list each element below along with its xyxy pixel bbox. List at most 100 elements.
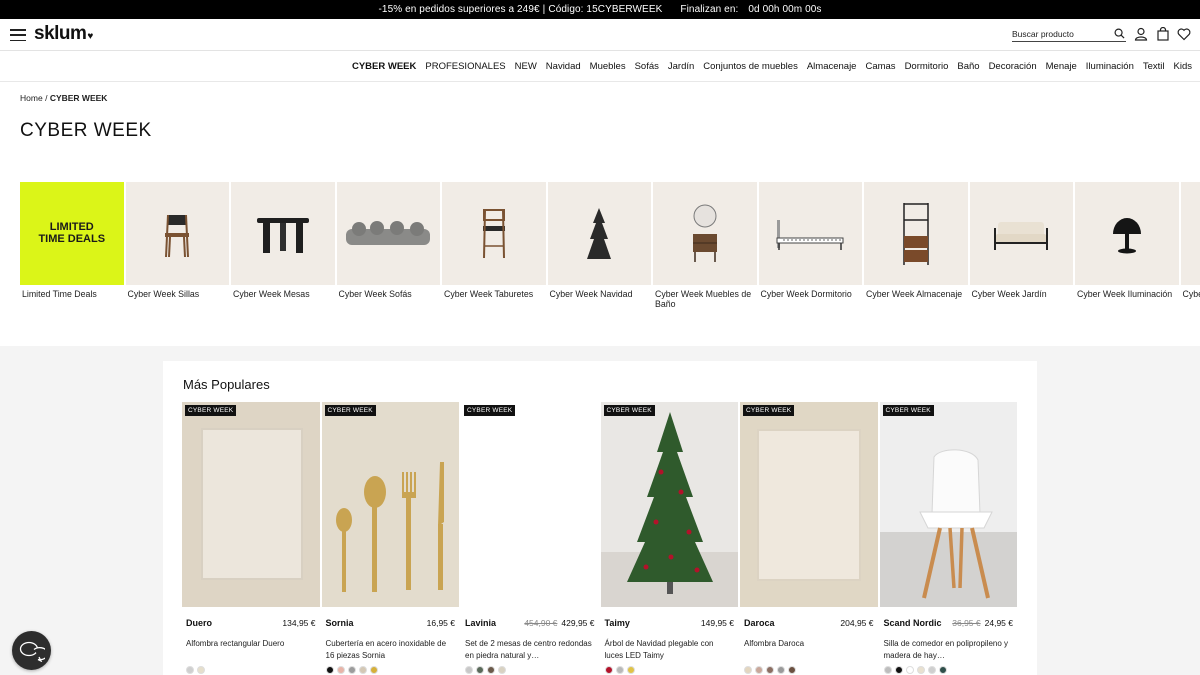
- countdown-timer: 0d 00h 00m 00s: [748, 4, 822, 15]
- color-swatch[interactable]: [347, 666, 356, 674]
- color-swatch[interactable]: [788, 666, 796, 674]
- color-swatch[interactable]: [744, 666, 752, 674]
- nav-item-iluminacion[interactable]: Iluminación: [1086, 61, 1134, 72]
- rug-illustration: [757, 429, 861, 581]
- nav-item-conjuntos[interactable]: Conjuntos de muebles: [703, 61, 798, 72]
- product-image[interactable]: CYBER WEEK: [461, 402, 599, 607]
- countdown-label: Finalizan en:: [680, 4, 739, 15]
- breadcrumb-home[interactable]: Home: [20, 93, 43, 103]
- cyber-week-badge: CYBER WEEK: [882, 405, 934, 416]
- heart-icon[interactable]: [1177, 27, 1191, 41]
- nav-item-bano[interactable]: Baño: [957, 61, 979, 72]
- color-swatch[interactable]: [476, 666, 484, 674]
- cyber-week-badge: CYBER WEEK: [464, 405, 516, 416]
- color-swatch[interactable]: [615, 666, 624, 674]
- product-card-sornia[interactable]: CYBER WEEK Sornia 16,95 € Cubertería en …: [321, 402, 459, 674]
- color-swatch[interactable]: [905, 666, 914, 674]
- color-swatch[interactable]: [465, 666, 473, 674]
- product-card-duero[interactable]: CYBER WEEK Duero 134,95 € Alfombra recta…: [182, 402, 320, 674]
- shelf-illustration: [903, 202, 929, 265]
- nav-item-decoracion[interactable]: Decoración: [989, 61, 1037, 72]
- limited-deals-tile: LIMITED TIME DEALS: [20, 182, 124, 285]
- color-swatch[interactable]: [938, 666, 947, 674]
- breadcrumb-current: CYBER WEEK: [49, 93, 108, 103]
- search-icon[interactable]: [1114, 28, 1125, 39]
- product-image[interactable]: CYBER WEEK: [182, 402, 320, 607]
- product-card-lavinia[interactable]: CYBER WEEK Lavinia 454,90 €429,95 € Set …: [461, 402, 599, 674]
- nav-item-profesionales[interactable]: PROFESIONALES: [425, 61, 505, 72]
- nav-item-navidad[interactable]: Navidad: [546, 61, 581, 72]
- product-name: Duero: [186, 618, 213, 628]
- menu-icon[interactable]: [10, 29, 26, 41]
- nav-item-kids[interactable]: Kids: [1174, 61, 1192, 72]
- color-swatch[interactable]: [927, 666, 936, 674]
- product-description: Cubertería en acero inoxidable de 16 pie…: [325, 639, 447, 660]
- color-swatch[interactable]: [766, 666, 774, 674]
- cart-icon[interactable]: [1156, 27, 1170, 41]
- color-swatch[interactable]: [336, 666, 345, 674]
- product-description: Árbol de Navidad plegable con luces LED …: [604, 639, 714, 660]
- color-swatch[interactable]: [197, 666, 205, 674]
- category-card-iluminacion[interactable]: Cyber Week Iluminación: [1075, 182, 1179, 322]
- category-label: Cyber Week Navidad: [549, 289, 633, 299]
- nav-item-muebles[interactable]: Muebles: [590, 61, 626, 72]
- nav-item-dormitorio[interactable]: Dormitorio: [905, 61, 949, 72]
- category-card-limited[interactable]: LIMITED TIME DEALS Limited Time Deals: [20, 182, 124, 322]
- user-icon[interactable]: [1134, 27, 1148, 41]
- garden-sofa-illustration: [994, 221, 1049, 250]
- stool-illustration: [482, 208, 505, 258]
- nav-item-new[interactable]: NEW: [515, 61, 537, 72]
- category-label: Cyber Week Deco: [1182, 289, 1200, 299]
- promo-code: Código: 15CYBERWEEK: [548, 4, 663, 15]
- promo-bar: -15% en pedidos superiores a 249€ | Códi…: [0, 0, 1200, 19]
- header: sklum♥: [0, 19, 1200, 51]
- category-card-bano[interactable]: Cyber Week Muebles de Baño: [653, 182, 757, 322]
- color-swatch[interactable]: [498, 666, 506, 674]
- cyber-week-badge: CYBER WEEK: [185, 405, 237, 416]
- category-card-mesas[interactable]: Cyber Week Mesas: [231, 182, 335, 322]
- product-image[interactable]: CYBER WEEK: [879, 402, 1017, 607]
- color-swatch[interactable]: [777, 666, 785, 674]
- nav-item-sofas[interactable]: Sofás: [635, 61, 659, 72]
- color-swatch[interactable]: [755, 666, 763, 674]
- table-illustration: [256, 217, 309, 253]
- category-card-navidad[interactable]: Cyber Week Navidad: [547, 182, 651, 322]
- product-description: Set de 2 mesas de centro redondas en pie…: [465, 639, 592, 660]
- search-box[interactable]: [1012, 26, 1126, 42]
- category-card-almacenaje[interactable]: Cyber Week Almacenaje: [864, 182, 968, 322]
- product-card-daroca[interactable]: CYBER WEEK Daroca 204,95 € Alfombra Daro…: [740, 402, 878, 674]
- category-card-jardin[interactable]: Cyber Week Jardín: [969, 182, 1073, 322]
- category-card-dormitorio[interactable]: Cyber Week Dormitorio: [758, 182, 862, 322]
- product-price: 429,95 €: [561, 618, 595, 628]
- category-card-taburetes[interactable]: Cyber Week Taburetes: [442, 182, 546, 322]
- nav-item-cyber-week[interactable]: CYBER WEEK: [352, 61, 416, 72]
- old-price: 454,90 €: [524, 618, 558, 628]
- color-swatch[interactable]: [369, 666, 378, 674]
- color-swatch[interactable]: [883, 666, 892, 674]
- product-image[interactable]: CYBER WEEK: [600, 402, 738, 607]
- color-swatch[interactable]: [186, 666, 194, 674]
- product-image[interactable]: CYBER WEEK: [740, 402, 878, 607]
- color-swatch[interactable]: [325, 666, 334, 674]
- search-input[interactable]: [1012, 28, 1110, 39]
- color-swatch[interactable]: [487, 666, 495, 674]
- color-swatch[interactable]: [604, 666, 613, 674]
- page-title: CYBER WEEK: [20, 120, 152, 141]
- category-card-sofas[interactable]: Cyber Week Sofás: [336, 182, 440, 322]
- nav-item-menaje[interactable]: Menaje: [1046, 61, 1077, 72]
- chat-button[interactable]: [12, 631, 51, 670]
- color-swatch[interactable]: [626, 666, 635, 674]
- color-swatch[interactable]: [358, 666, 367, 674]
- nav-item-jardin[interactable]: Jardín: [668, 61, 694, 72]
- nav-item-camas[interactable]: Camas: [865, 61, 895, 72]
- product-image[interactable]: CYBER WEEK: [321, 402, 459, 607]
- product-card-taimy[interactable]: CYBER WEEK Taimy 149,95 € Árbol de Navid…: [600, 402, 738, 674]
- category-card-sillas[interactable]: Cyber Week Sillas: [125, 182, 229, 322]
- color-swatch[interactable]: [894, 666, 903, 674]
- logo[interactable]: sklum♥: [34, 23, 93, 45]
- product-card-scand-nordic[interactable]: CYBER WEEK Scand Nordic 36,95 €24,95 € S…: [879, 402, 1017, 674]
- nav-item-almacenaje[interactable]: Almacenaje: [807, 61, 857, 72]
- color-swatch[interactable]: [916, 666, 925, 674]
- nav-item-textil[interactable]: Textil: [1143, 61, 1165, 72]
- category-card-deco[interactable]: Cyber Week Deco: [1180, 182, 1200, 322]
